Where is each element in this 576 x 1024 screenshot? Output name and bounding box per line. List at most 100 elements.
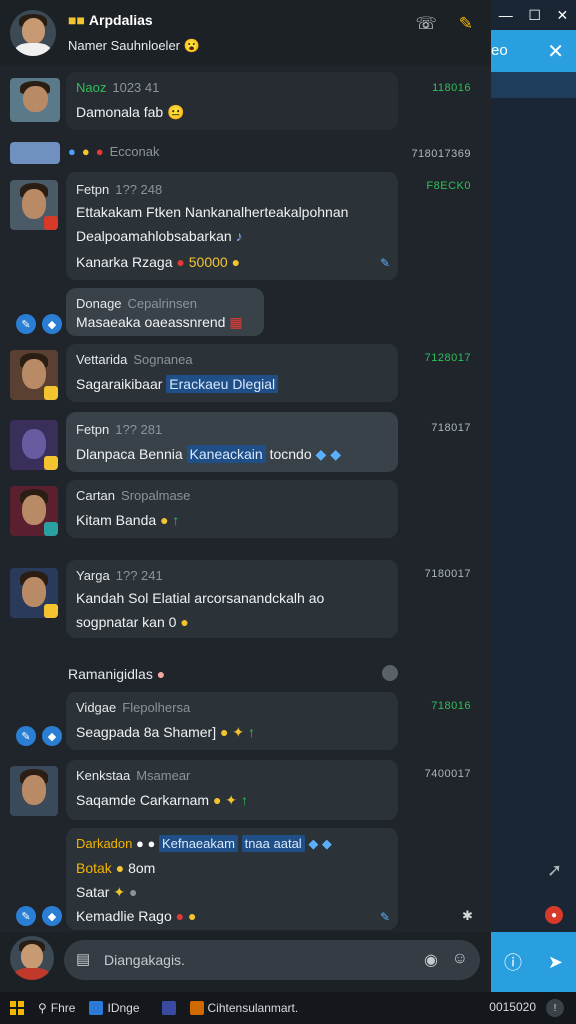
- message-text: Botak ● 8om: [76, 860, 156, 876]
- camera-icon[interactable]: ◉: [424, 950, 438, 970]
- message-thumbnail: [10, 568, 58, 618]
- app-icon: [89, 1001, 104, 1015]
- list-item: ● ● ● Ecconak 718017369: [0, 140, 491, 168]
- message-bubble[interactable]: Darkadon ● ● Kefnaeakam tnaa aatal ◆ ◆ B…: [66, 828, 398, 930]
- sender-name: Cartan Sropalmase: [76, 488, 191, 503]
- message-link[interactable]: Kaneackain: [186, 445, 266, 463]
- message-time: 718017: [431, 422, 471, 434]
- message-text: Dlanpaca Bennia Kaneackain tocndo ◆ ◆: [76, 445, 341, 463]
- emoji-icon: 😮: [183, 38, 200, 53]
- taskbar-search[interactable]: ⚲ Fhre: [38, 1001, 75, 1015]
- message-bubble[interactable]: Donage Cepalrinsen Masaeaka oaeassnrend ▦: [66, 288, 264, 336]
- message-bubble[interactable]: Vidgae Flepolhersa Seagpada 8a Shamer] ● …: [66, 692, 398, 750]
- list-item[interactable]: Fetpn 1?? 248 Ettakakam Ftken Nankanalher…: [0, 172, 491, 282]
- reaction-row: ● ● ● Ecconak: [68, 144, 159, 159]
- message-thumbnail: [10, 180, 58, 230]
- maximize-icon[interactable]: ☐: [528, 7, 541, 24]
- phone-icon[interactable]: ☏: [415, 14, 436, 34]
- send-icon[interactable]: ➤: [548, 952, 563, 973]
- yellow-emoji-icon: ●: [81, 144, 90, 159]
- clock: 0015020: [489, 1000, 536, 1014]
- message-time: 718017369: [411, 148, 471, 160]
- search-icon: ⚲: [38, 1001, 47, 1015]
- message-bubble[interactable]: Cartan Sropalmase Kitam Banda ● ↑: [66, 480, 398, 538]
- sender-name: Donage Cepalrinsen: [76, 296, 197, 311]
- compose-bar: ▤ Diangakagis. ◉ ☺: [0, 932, 491, 992]
- shield-icon[interactable]: ◆: [42, 314, 62, 334]
- sender-name: Fetpn 1?? 281: [76, 422, 163, 437]
- app-icon: [161, 1001, 176, 1015]
- message-placeholder: Diangakagis.: [104, 952, 185, 968]
- edit-icon[interactable]: ✎: [16, 906, 36, 926]
- edit-icon[interactable]: ✎: [16, 314, 36, 334]
- edit-icon[interactable]: ✎: [16, 726, 36, 746]
- close-window-icon[interactable]: ✕: [556, 7, 568, 24]
- message-text: Kitam Banda ● ↑: [76, 512, 180, 528]
- system-text: Ecconak: [109, 144, 160, 159]
- message-text: Dealpoamahlobsabarkan ♪: [76, 228, 243, 244]
- emoji-picker-icon[interactable]: ☺: [452, 950, 468, 968]
- message-thumbnail: [10, 350, 58, 400]
- list-item[interactable]: Kenkstaa Msamear Saqamde Carkarnam ● ✦ ↑ …: [0, 760, 491, 822]
- message-bubble[interactable]: Vettarida Sognanea Sagaraikibaar Erackaeu…: [66, 344, 398, 402]
- taskbar-app-2[interactable]: [161, 1001, 176, 1015]
- shield-icon[interactable]: ◆: [42, 726, 62, 746]
- chat-window: ■■ Arpdalias Namer Sauhnloeler 😮 ☏ ✎ Naoz…: [0, 0, 491, 992]
- list-item[interactable]: ✎ ◆ Vidgae Flepolhersa Seagpada 8a Shamer…: [0, 692, 491, 752]
- section-icon[interactable]: [382, 665, 398, 681]
- message-text: Satar ✦ ●: [76, 884, 138, 900]
- message-bubble[interactable]: Yarga 1?? 241 Kandah Sol Elatial arcorsan…: [66, 560, 398, 638]
- shield-icon[interactable]: ◆: [42, 906, 62, 926]
- pen-icon[interactable]: ✎: [459, 14, 473, 34]
- bg-window-tab[interactable]: eo ✕: [491, 30, 576, 72]
- notification-center-icon[interactable]: !: [546, 999, 564, 1017]
- section-label: Ramanigidlas ●: [68, 666, 166, 682]
- message-text: Ettakakam Ftken Nankanalherteakalpohnan: [76, 204, 349, 220]
- message-time: 7180017: [424, 568, 471, 580]
- close-icon[interactable]: ✕: [547, 39, 564, 64]
- message-link[interactable]: Kefnaeakam: [158, 835, 238, 852]
- message-bubble[interactable]: Fetpn 1?? 248 Ettakakam Ftken Nankanalher…: [66, 172, 398, 280]
- message-text: Seagpada 8a Shamer] ● ✦ ↑: [76, 724, 255, 740]
- message-text: Damonala fab 😐: [76, 104, 185, 120]
- bg-window-bottom-bar: ⓘ ➤: [491, 932, 576, 992]
- taskbar: ⚲ Fhre IDnge Cihtensulanmart. 0015020 !: [0, 992, 576, 1024]
- list-item[interactable]: Cartan Sropalmase Kitam Banda ● ↑: [0, 480, 491, 540]
- bg-window-tab-text: eo: [491, 42, 508, 59]
- message-bubble[interactable]: Fetpn 1?? 281 Dlanpaca Bennia Kaneackain …: [66, 412, 398, 472]
- message-time: 7128017: [424, 352, 471, 364]
- list-item[interactable]: ✎ ◆ Donage Cepalrinsen Masaeaka oaeassnre…: [0, 288, 491, 338]
- message-thumbnail: [10, 766, 58, 816]
- settings-icon[interactable]: ✱: [462, 908, 473, 924]
- chat-title: Arpdalias: [88, 12, 153, 28]
- taskbar-app-3[interactable]: Cihtensulanmart.: [189, 1001, 298, 1015]
- chat-header: ■■ Arpdalias Namer Sauhnloeler 😮 ☏ ✎: [0, 0, 491, 66]
- list-item[interactable]: ✎ ◆ Darkadon ● ● Kefnaeakam tnaa aatal ◆…: [0, 828, 491, 932]
- header-actions: ☏ ✎: [415, 14, 473, 34]
- blue-emoji-icon: ●: [68, 144, 76, 159]
- message-bubble[interactable]: Kenkstaa Msamear Saqamde Carkarnam ● ✦ ↑: [66, 760, 398, 820]
- sender-name: Kenkstaa Msamear: [76, 768, 191, 783]
- list-item[interactable]: Fetpn 1?? 281 Dlanpaca Bennia Kaneackain …: [0, 412, 491, 474]
- taskbar-app-1[interactable]: IDnge: [89, 1001, 140, 1015]
- list-item[interactable]: Naoz 1023 41 Damonala fab 😐 118016: [0, 72, 491, 132]
- avatar[interactable]: [10, 936, 54, 980]
- minimize-icon[interactable]: —: [499, 7, 513, 23]
- windows-start-icon[interactable]: [10, 1001, 24, 1015]
- message-link[interactable]: Erackaeu Dlegial: [166, 375, 279, 393]
- help-icon[interactable]: ⓘ: [504, 949, 522, 975]
- bg-window-subbar: [491, 72, 576, 98]
- message-input[interactable]: ▤ Diangakagis. ◉ ☺: [64, 940, 480, 980]
- chat-subtitle-text: Namer Sauhnloeler: [68, 38, 181, 53]
- message-bubble[interactable]: Naoz 1023 41 Damonala fab 😐: [66, 72, 398, 130]
- list-item[interactable]: Vettarida Sognanea Sagaraikibaar Erackaeu…: [0, 344, 491, 404]
- notification-icon[interactable]: ●: [545, 906, 563, 924]
- avatar[interactable]: [10, 10, 56, 56]
- sender-name: Vidgae Flepolhersa: [76, 700, 191, 715]
- message-text: Kemadlie Rago ● ●: [76, 908, 197, 924]
- share-arrow-icon[interactable]: ➚: [547, 860, 562, 881]
- message-text: Sagaraikibaar Erackaeu Dlegial: [76, 375, 279, 393]
- attach-icon[interactable]: ▤: [76, 950, 90, 968]
- message-thumbnail: [10, 420, 58, 470]
- list-item[interactable]: Yarga 1?? 241 Kandah Sol Elatial arcorsan…: [0, 560, 491, 640]
